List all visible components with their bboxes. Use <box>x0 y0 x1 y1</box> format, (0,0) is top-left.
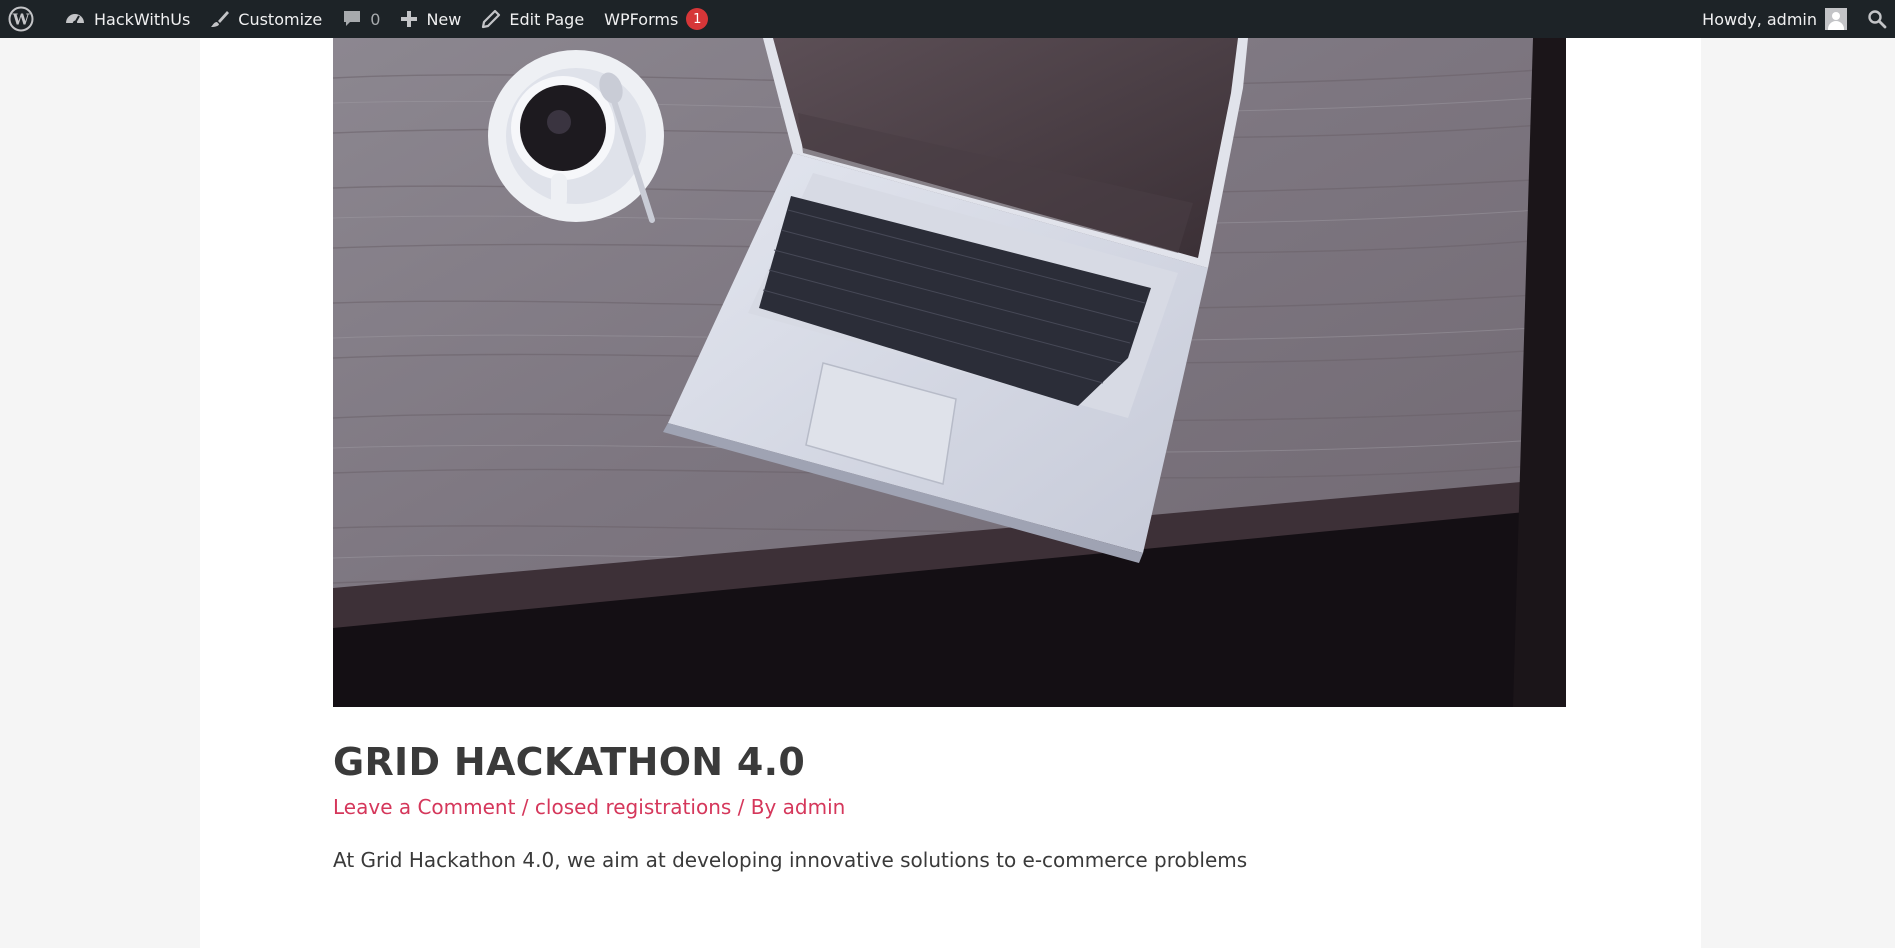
new-content-menu[interactable]: New <box>390 0 471 38</box>
post-excerpt: At Grid Hackathon 4.0, we aim at develop… <box>333 848 1248 872</box>
site-name-label: HackWithUs <box>94 9 191 29</box>
howdy-label: Howdy, admin <box>1702 9 1817 29</box>
leave-comment-link[interactable]: Leave a Comment <box>333 795 515 819</box>
author-link[interactable]: admin <box>783 795 846 819</box>
new-label: New <box>426 9 462 29</box>
category-link[interactable]: closed registrations <box>535 795 731 819</box>
pencil-icon <box>481 9 501 29</box>
post-container: GRID HACKATHON 4.0 Leave a Comment / clo… <box>200 38 1701 948</box>
admin-bar: W HackWithUs Customize 0 New Edit Page W… <box>0 0 1895 38</box>
wordpress-menu[interactable]: W <box>0 0 54 38</box>
admin-bar-left: W HackWithUs Customize 0 New Edit Page W… <box>0 0 718 38</box>
wpforms-menu[interactable]: WPForms 1 <box>594 0 718 38</box>
search-icon <box>1867 9 1887 29</box>
site-name-menu[interactable]: HackWithUs <box>54 0 200 38</box>
edit-page-label: Edit Page <box>509 9 585 29</box>
wpforms-label: WPForms <box>604 9 679 29</box>
meta-separator: / <box>515 795 535 819</box>
admin-bar-right: Howdy, admin <box>1692 0 1895 38</box>
search-button[interactable] <box>1857 0 1895 38</box>
comments-link[interactable]: 0 <box>332 0 390 38</box>
edit-page-link[interactable]: Edit Page <box>471 0 594 38</box>
meta-separator: / <box>731 795 751 819</box>
comments-count: 0 <box>370 9 381 29</box>
my-account-menu[interactable]: Howdy, admin <box>1692 0 1857 38</box>
svg-text:W: W <box>12 11 31 29</box>
post-meta: Leave a Comment / closed registrations /… <box>333 795 845 819</box>
post-title[interactable]: GRID HACKATHON 4.0 <box>333 740 805 784</box>
by-prefix: By <box>750 795 783 819</box>
user-avatar-icon <box>1825 8 1847 30</box>
dashboard-icon <box>64 8 86 30</box>
customize-label: Customize <box>238 9 323 29</box>
comment-icon <box>342 9 362 29</box>
customize-link[interactable]: Customize <box>200 0 332 38</box>
wordpress-logo-icon: W <box>8 6 34 32</box>
wpforms-notification-badge: 1 <box>686 8 709 30</box>
featured-image[interactable] <box>333 38 1566 707</box>
paintbrush-icon <box>210 9 230 29</box>
plus-icon <box>400 10 418 28</box>
